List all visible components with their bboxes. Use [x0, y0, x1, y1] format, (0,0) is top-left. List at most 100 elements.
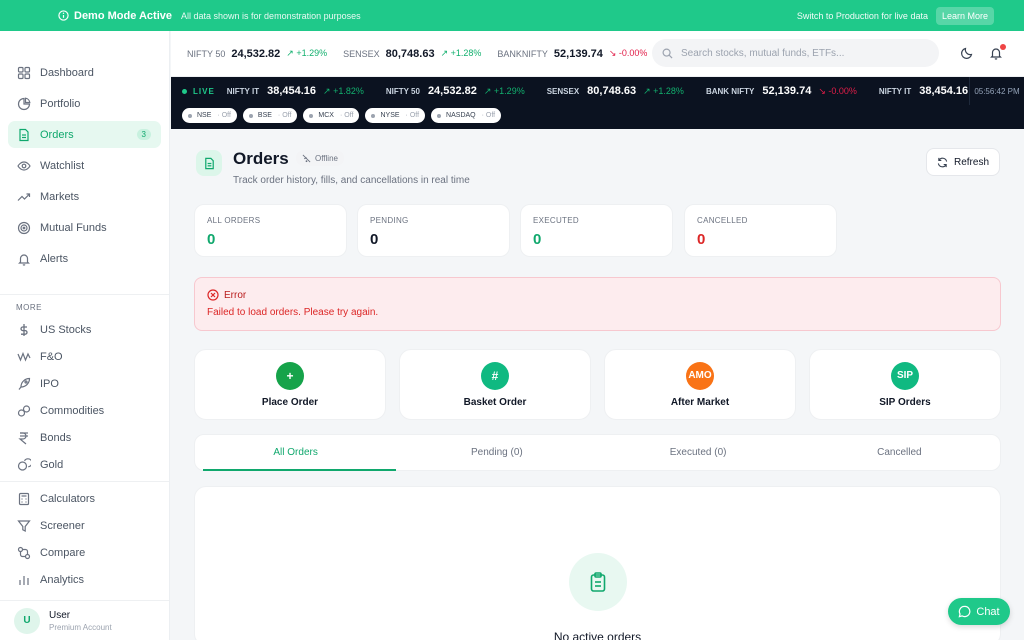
stat-value: 0: [697, 231, 706, 248]
exchange-chip: NYSE · Off: [365, 108, 426, 123]
tab-cancelled[interactable]: Cancelled: [799, 435, 1000, 470]
top-header: NIFTY 50 24,532.82 ↗ +1.29% SENSEX 80,74…: [171, 31, 1024, 77]
exchange-status: · Off: [405, 112, 420, 119]
sidebar-item-gold[interactable]: Gold: [8, 451, 161, 478]
quote-name: SENSEX: [343, 48, 380, 59]
ticker-name: SENSEX: [546, 86, 580, 96]
header-quote[interactable]: BANKNIFTY 52,139.74 ↘ -0.00%: [497, 48, 647, 60]
sidebar-item-label: Markets: [40, 190, 80, 203]
sidebar-item-label: Portfolio: [40, 97, 81, 110]
clipboard-icon: [590, 572, 606, 592]
sidebar-item-label: Alerts: [40, 252, 69, 265]
live-label: LIVE: [193, 86, 215, 96]
search-icon: [662, 48, 673, 59]
stat-value: 0: [207, 231, 216, 248]
sidebar-item-compare[interactable]: Compare: [8, 539, 161, 566]
sidebar-item-analytics[interactable]: Analytics: [8, 566, 161, 593]
status-dot: [248, 113, 253, 118]
ticker-value: 38,454.16: [919, 85, 969, 97]
sidebar-item-alerts[interactable]: Alerts: [8, 245, 161, 272]
learn-more-button[interactable]: Learn More: [935, 6, 994, 25]
refresh-icon: [937, 157, 948, 167]
exchange-status: · Off: [277, 112, 292, 119]
quote-value: 52,139.74: [553, 47, 603, 60]
calculator-icon: [18, 492, 30, 505]
notifications-button[interactable]: [989, 44, 1006, 62]
tab-all-orders[interactable]: All Orders: [195, 435, 397, 471]
connection-status-badge: Offline: [296, 150, 344, 166]
orders-empty-state: No active orders: [194, 486, 1001, 640]
order-tabs: All Orders Pending (0) Executed (0) Canc…: [194, 434, 1001, 471]
search-bar[interactable]: [652, 39, 939, 67]
header-quote[interactable]: NIFTY 50 24,532.82 ↗ +1.29%: [187, 48, 327, 60]
status-dot: [309, 113, 314, 118]
exchange-name: NSE: [197, 112, 212, 119]
exchange-status-value: Off: [409, 112, 420, 119]
after-market-order-button[interactable]: AMO After Market: [604, 349, 796, 420]
sidebar-item-label: Screener: [40, 519, 85, 532]
tab-pending[interactable]: Pending (0): [396, 435, 597, 470]
sip-icon: SIP: [891, 361, 919, 390]
sidebar-item-markets[interactable]: Markets: [8, 183, 161, 210]
sidebar-item-fno[interactable]: F&O: [8, 343, 161, 370]
live-dot: [182, 88, 187, 94]
page-title: Orders: [233, 149, 289, 168]
exchange-chip: NASDAQ · Off: [431, 108, 502, 123]
error-title: Error: [224, 289, 247, 301]
refresh-button[interactable]: Refresh: [926, 148, 1000, 176]
place-order-button[interactable]: + Place Order: [194, 349, 386, 420]
error-message: Failed to load orders. Please try again.: [207, 307, 379, 318]
sidebar-item-calculators[interactable]: Calculators: [8, 485, 161, 512]
sidebar-item-label: Commodities: [40, 404, 105, 417]
sidebar-item-dashboard[interactable]: Dashboard: [8, 59, 161, 86]
sidebar-divider: [0, 481, 169, 482]
chat-label: Chat: [976, 605, 1000, 618]
sidebar-item-commodities[interactable]: Commodities: [8, 397, 161, 424]
info-icon: [58, 10, 69, 21]
sidebar-item-orders[interactable]: Orders 3: [8, 121, 161, 148]
sidebar-item-label: IPO: [40, 377, 59, 390]
sidebar-item-label: Compare: [40, 546, 86, 559]
exchange-status: · Off: [339, 112, 354, 119]
wave-icon: [17, 351, 31, 362]
status-dot: [371, 113, 376, 118]
basket-order-button[interactable]: # Basket Order: [399, 349, 591, 420]
dollar-icon: [20, 323, 28, 336]
status-dot: [437, 113, 442, 118]
banner-subtitle: All data shown is for demonstration purp…: [181, 10, 361, 21]
stat-label: EXECUTED: [533, 216, 579, 225]
sidebar-item-portfolio[interactable]: Portfolio: [8, 90, 161, 117]
header-quote[interactable]: SENSEX 80,748.63 ↗ +1.28%: [343, 48, 481, 60]
exchange-status-value: Off: [282, 112, 292, 119]
stat-card-cancelled: CANCELLED 0: [684, 204, 837, 257]
market-ticker: LIVE NIFTY IT 38,454.16 ↗ +1.82% NIFTY 5…: [171, 77, 1024, 129]
quote-change: ↗ +1.29%: [286, 48, 328, 58]
sidebar-item-ipo[interactable]: IPO: [8, 370, 161, 397]
sip-orders-button[interactable]: SIP SIP Orders: [809, 349, 1001, 420]
ticker-name: NIFTY IT: [226, 86, 260, 96]
exchange-status: · Off: [481, 112, 496, 119]
ticker-value: 38,454.16: [267, 85, 317, 97]
eye-icon: [17, 160, 31, 171]
quote-change: ↗ +1.28%: [440, 48, 482, 58]
stat-value: 0: [370, 231, 379, 248]
user-profile[interactable]: U User Premium Account: [0, 600, 169, 640]
sidebar-item-us-stocks[interactable]: US Stocks: [8, 316, 161, 343]
stat-card-pending: PENDING 0: [357, 204, 510, 257]
quote-value: 24,532.82: [231, 47, 281, 60]
tab-executed[interactable]: Executed (0): [598, 435, 799, 470]
stat-label: ALL ORDERS: [207, 216, 261, 225]
compare-icon: [17, 546, 31, 559]
sidebar-item-watchlist[interactable]: Watchlist: [8, 152, 161, 179]
stat-label: PENDING: [370, 216, 409, 225]
sidebar-item-screener[interactable]: Screener: [8, 512, 161, 539]
chat-button[interactable]: Chat: [948, 598, 1010, 625]
demo-banner: Demo Mode Active All data shown is for d…: [0, 0, 1024, 31]
ticker-change: ↘ -0.00%: [818, 85, 857, 96]
theme-toggle-button[interactable]: [960, 46, 976, 62]
sidebar-item-bonds[interactable]: Bonds: [8, 424, 161, 451]
sidebar-item-mutual-funds[interactable]: Mutual Funds: [8, 214, 161, 241]
stat-card-all-orders: ALL ORDERS 0: [194, 204, 347, 257]
exchange-name: NYSE: [380, 112, 400, 119]
search-input[interactable]: [681, 47, 921, 59]
